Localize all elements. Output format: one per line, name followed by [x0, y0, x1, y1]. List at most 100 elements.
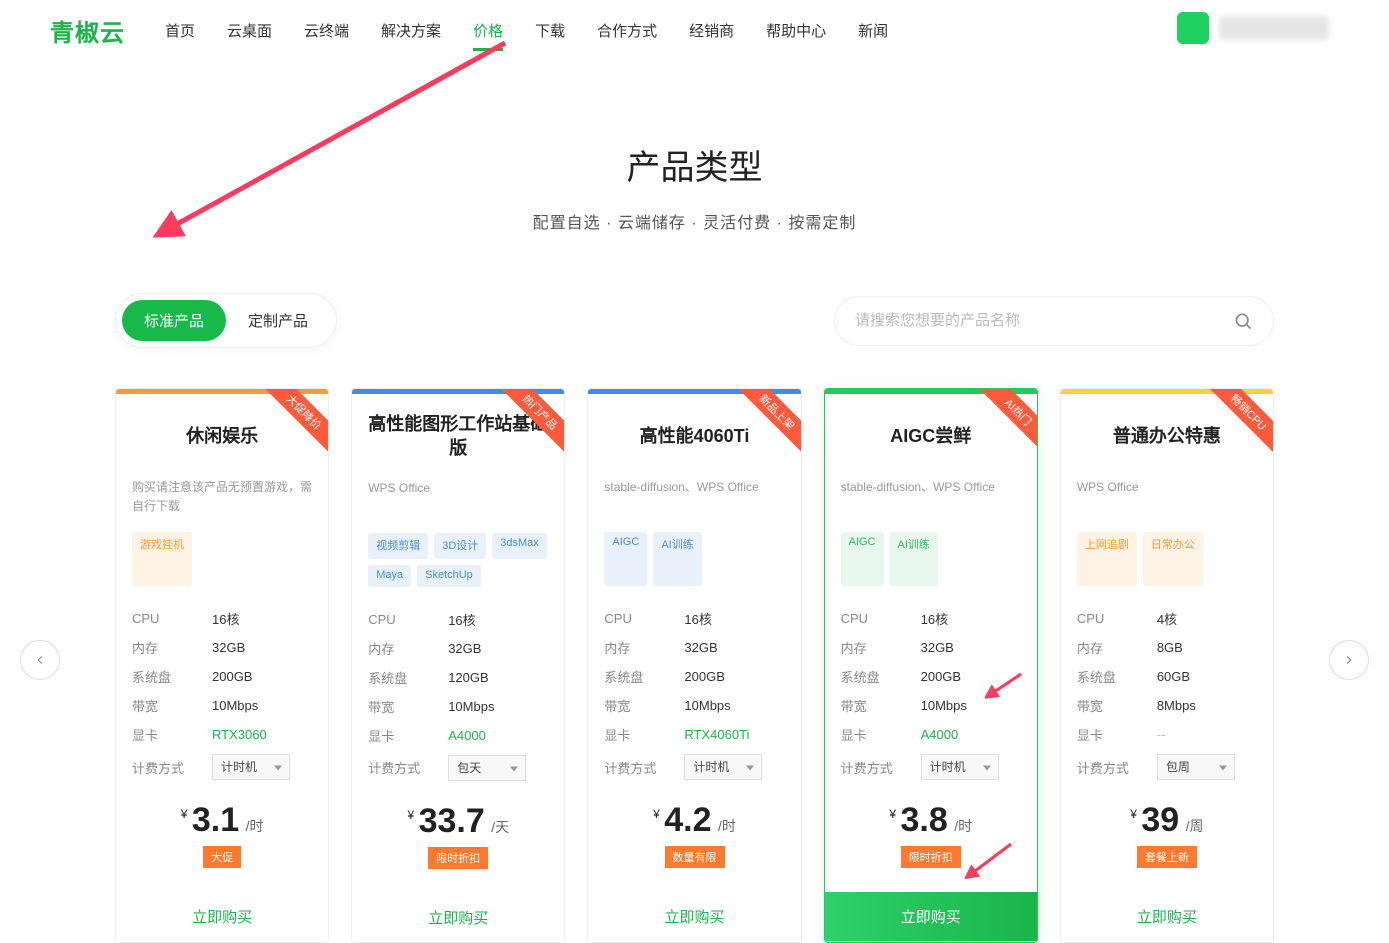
price-number: 4.2 — [664, 801, 711, 839]
nav-item-1[interactable]: 云桌面 — [227, 2, 272, 59]
nav-item-2[interactable]: 云终端 — [304, 2, 349, 59]
spec-label-disk: 系统盘 — [604, 667, 664, 686]
buy-button[interactable]: 立即购买 — [116, 892, 328, 941]
buy-button[interactable]: 立即购买 — [352, 893, 564, 942]
spec-label-billing: 计费方式 — [1077, 758, 1137, 777]
buy-button[interactable]: 立即购买 — [588, 892, 800, 941]
product-desc: WPS Office — [368, 479, 548, 517]
page-title-section: 产品类型 配置自选 · 云端储存 · 灵活付费 · 按需定制 — [0, 140, 1389, 233]
billing-select[interactable]: 包天 — [448, 755, 526, 781]
spec-label-cpu: CPU — [368, 612, 428, 627]
promo-badge: 限时折扣 — [901, 846, 961, 868]
billing-select[interactable]: 计时机 — [212, 754, 290, 780]
spec-label-disk: 系统盘 — [1077, 667, 1137, 686]
price-currency: ¥ — [653, 807, 660, 821]
product-card-2: 新品上架 高性能4060Ti stable-diffusion、WPS Offi… — [587, 388, 801, 943]
spec-value-disk: 200GB — [684, 669, 784, 684]
search-icon — [1233, 311, 1253, 331]
tab-standard[interactable]: 标准产品 — [122, 300, 226, 341]
chevron-left-icon — [33, 653, 47, 667]
spec-label-gpu: 显卡 — [604, 725, 664, 744]
product-desc: 购买请注意该产品无预置游戏，需自行下载 — [132, 478, 312, 516]
spec-value-disk: 120GB — [448, 670, 548, 685]
logo[interactable]: 青椒云 — [50, 13, 125, 48]
billing-select[interactable]: 包周 — [1157, 754, 1235, 780]
spec-value-cpu: 16核 — [921, 609, 1021, 628]
user-name-blurred — [1219, 16, 1329, 40]
nav-item-7[interactable]: 经销商 — [689, 2, 734, 59]
product-tag: AI训练 — [890, 532, 938, 586]
spec-value-disk: 60GB — [1157, 669, 1257, 684]
spec-label-mem: 内存 — [604, 638, 664, 657]
nav-item-3[interactable]: 解决方案 — [381, 2, 441, 59]
billing-select[interactable]: 计时机 — [921, 754, 999, 780]
product-tag: 上网追剧 — [1077, 532, 1137, 586]
product-tag-row: 视频剪辑3D设计3dsMaxMayaSketchUp — [368, 533, 548, 587]
buy-button[interactable]: 立即购买 — [825, 892, 1037, 941]
billing-select[interactable]: 计时机 — [684, 754, 762, 780]
product-tag: AIGC — [841, 532, 884, 586]
spec-label-mem: 内存 — [368, 639, 428, 658]
price-number: 39 — [1141, 801, 1179, 839]
nav-item-9[interactable]: 新闻 — [858, 2, 888, 59]
spec-label-bw: 带宽 — [132, 696, 192, 715]
price-number: 3.1 — [192, 801, 239, 839]
spec-value-mem: 32GB — [921, 640, 1021, 655]
page-title: 产品类型 — [0, 140, 1389, 189]
nav-item-8[interactable]: 帮助中心 — [766, 2, 826, 59]
promo-badge: 套餐上新 — [1137, 846, 1197, 868]
price-unit: /时 — [718, 818, 736, 834]
spec-value-bw: 10Mbps — [448, 699, 548, 714]
tab-custom[interactable]: 定制产品 — [226, 300, 330, 341]
spec-label-billing: 计费方式 — [604, 758, 664, 777]
spec-value-gpu: -- — [1157, 727, 1257, 742]
price-currency: ¥ — [407, 808, 414, 822]
product-tag-row: AIGCAI训练 — [604, 532, 784, 586]
price-currency: ¥ — [181, 807, 188, 821]
carousel-next-button[interactable] — [1329, 640, 1369, 680]
product-title: 普通办公特惠 — [1077, 412, 1257, 460]
product-tag: SketchUp — [417, 565, 481, 587]
price-number: 33.7 — [419, 802, 485, 840]
product-title: 高性能4060Ti — [604, 412, 784, 460]
product-tag: 游戏挂机 — [132, 532, 192, 586]
search-input[interactable] — [855, 312, 1233, 329]
price-unit: /时 — [954, 818, 972, 834]
price-currency: ¥ — [1130, 807, 1137, 821]
main-nav: 首页云桌面云终端解决方案价格下载合作方式经销商帮助中心新闻 — [165, 2, 888, 59]
product-tag: AIGC — [604, 532, 647, 586]
spec-label-billing: 计费方式 — [132, 758, 192, 777]
nav-item-5[interactable]: 下载 — [535, 2, 565, 59]
product-tag: 视频剪辑 — [368, 533, 428, 559]
product-tab-group: 标准产品 定制产品 — [115, 293, 337, 348]
header: 青椒云 首页云桌面云终端解决方案价格下载合作方式经销商帮助中心新闻 — [0, 0, 1389, 60]
buy-button[interactable]: 立即购买 — [1061, 892, 1273, 941]
price-section: ¥ 33.7 /天 限时折扣 — [368, 802, 548, 869]
product-desc: stable-diffusion、WPS Office — [604, 478, 784, 516]
avatar[interactable] — [1177, 12, 1209, 44]
spec-table: CPU16核 内存32GB 系统盘120GB 带宽10Mbps 显卡A4000 … — [368, 605, 548, 786]
price-unit: /天 — [491, 819, 509, 835]
spec-label-gpu: 显卡 — [368, 726, 428, 745]
product-card-4: 畅销CPU 普通办公特惠 WPS Office 上网追剧日常办公 CPU4核 内… — [1060, 388, 1274, 943]
spec-label-billing: 计费方式 — [368, 758, 428, 777]
promo-badge: 数量有限 — [665, 846, 725, 868]
product-title: 休闲娱乐 — [132, 412, 312, 460]
user-area[interactable] — [1177, 12, 1329, 44]
spec-value-gpu: A4000 — [448, 728, 548, 743]
spec-label-bw: 带宽 — [841, 696, 901, 715]
spec-label-disk: 系统盘 — [841, 667, 901, 686]
nav-item-4[interactable]: 价格 — [473, 2, 503, 59]
spec-label-gpu: 显卡 — [841, 725, 901, 744]
spec-value-cpu: 16核 — [212, 609, 312, 628]
spec-label-bw: 带宽 — [1077, 696, 1137, 715]
spec-label-mem: 内存 — [132, 638, 192, 657]
carousel-prev-button[interactable] — [20, 640, 60, 680]
product-tag-row: 游戏挂机 — [132, 532, 312, 586]
spec-table: CPU16核 内存32GB 系统盘200GB 带宽10Mbps 显卡A4000 … — [841, 604, 1021, 785]
nav-item-0[interactable]: 首页 — [165, 2, 195, 59]
search-box[interactable] — [834, 296, 1274, 346]
nav-item-6[interactable]: 合作方式 — [597, 2, 657, 59]
spec-label-mem: 内存 — [841, 638, 901, 657]
promo-badge: 限时折扣 — [428, 847, 488, 869]
